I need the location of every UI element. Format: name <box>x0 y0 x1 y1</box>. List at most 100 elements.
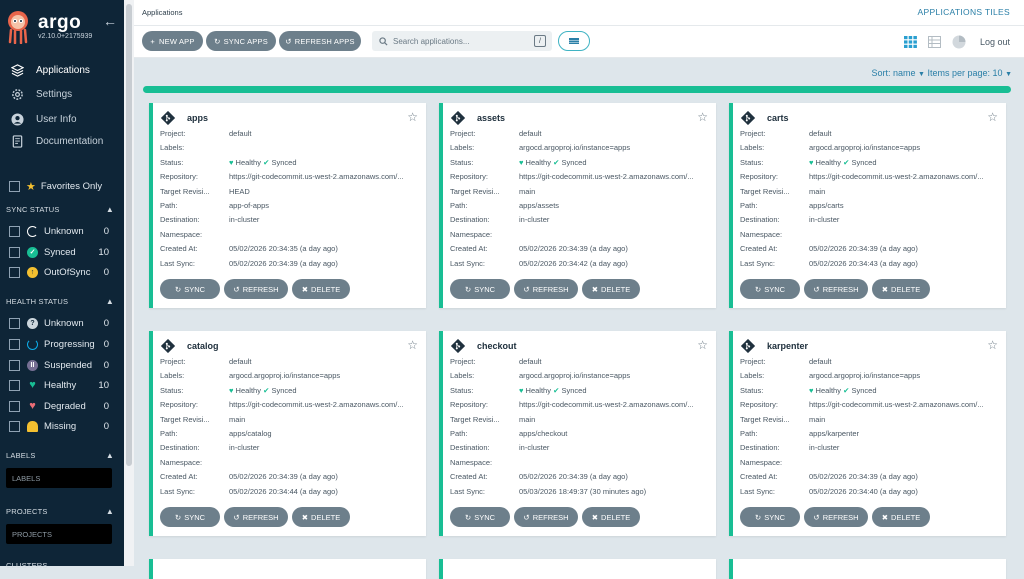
filter-health-missing[interactable]: Missing 0 <box>9 418 109 434</box>
app-tile[interactable]: checkout ☆ Project: default Labels: argocd… <box>439 331 716 536</box>
app-tile[interactable] <box>439 559 716 579</box>
projects-header[interactable]: PROJECTS ▲ <box>6 507 114 516</box>
delete-button[interactable]: ✖ DELETE <box>872 507 930 527</box>
star-icon[interactable]: ☆ <box>697 110 708 124</box>
nav-documentation[interactable]: Documentation <box>0 130 124 152</box>
filter-checkbox[interactable] <box>9 225 20 237</box>
app-name[interactable]: karpenter <box>767 341 808 351</box>
filter-checkbox[interactable] <box>9 266 20 278</box>
filter-checkbox[interactable] <box>9 379 20 391</box>
sync-button[interactable]: ↻ SYNC <box>450 507 510 527</box>
field-label: Repository: <box>160 400 198 410</box>
summary-view-icon[interactable] <box>952 35 966 49</box>
favorites-checkbox[interactable] <box>9 181 20 192</box>
field-row-lastsync: Last Sync: 05/02/2026 20:34:40 (a day ago… <box>740 487 1002 496</box>
refresh-button[interactable]: ↺ REFRESH <box>514 279 578 299</box>
projects-filter-input[interactable]: PROJECTS <box>6 524 112 544</box>
collapse-caret-icon[interactable]: ▲ <box>106 297 114 306</box>
filter-checkbox[interactable] <box>9 246 20 258</box>
filter-health-suspended[interactable]: II Suspended 0 <box>9 357 109 373</box>
sync-button[interactable]: ↻ SYNC <box>160 507 220 527</box>
sync-button[interactable]: ↻ SYNC <box>740 507 800 527</box>
filter-checkbox[interactable] <box>9 359 20 371</box>
star-icon[interactable]: ☆ <box>407 110 418 124</box>
health-status: Healthy <box>815 385 841 395</box>
star-icon[interactable]: ☆ <box>987 338 998 352</box>
filter-checkbox[interactable] <box>9 317 20 329</box>
breadcrumb[interactable]: Applications <box>142 8 182 17</box>
filter-sync-synced[interactable]: ✓ Synced 10 <box>9 244 109 260</box>
app-tile[interactable]: apps ☆ Project: default Labels: Status: ♥ … <box>149 103 426 308</box>
refresh-button[interactable]: ↺ REFRESH <box>804 279 868 299</box>
labels-filter-input[interactable]: LABELS <box>6 468 112 488</box>
app-tile[interactable]: assets ☆ Project: default Labels: argocd.a… <box>439 103 716 308</box>
app-tile[interactable] <box>729 559 1006 579</box>
refresh-apps-button[interactable]: ↺ REFRESH APPS <box>279 31 361 51</box>
app-name[interactable]: apps <box>187 113 208 123</box>
button-label: REFRESH <box>822 512 859 522</box>
sync-status: Synced <box>561 385 587 395</box>
refresh-button[interactable]: ↺ REFRESH <box>224 507 288 527</box>
filter-checkbox[interactable] <box>9 338 20 350</box>
star-icon[interactable]: ☆ <box>697 338 708 352</box>
app-name[interactable]: checkout <box>477 341 517 351</box>
app-name[interactable]: carts <box>767 113 789 123</box>
nav-user-info[interactable]: User Info <box>0 108 124 130</box>
filter-sync-unknown[interactable]: Unknown 0 <box>9 223 109 239</box>
filter-health-healthy[interactable]: ♥ Healthy 10 <box>9 377 109 393</box>
delete-button[interactable]: ✖ DELETE <box>872 279 930 299</box>
field-label: Namespace: <box>160 457 203 467</box>
sync-button[interactable]: ↻ SYNC <box>160 279 220 299</box>
nav-applications[interactable]: Applications <box>0 59 124 81</box>
sync-icon: ↻ <box>214 36 221 46</box>
sync-icon: ↻ <box>464 284 472 294</box>
filter-checkbox[interactable] <box>9 400 20 412</box>
app-tile[interactable]: carts ☆ Project: default Labels: argocd.ar… <box>729 103 1006 308</box>
collapse-caret-icon[interactable]: ▲ <box>106 451 114 460</box>
filter-health-degraded[interactable]: ♥ Degraded 0 <box>9 398 109 414</box>
tiles-view-icon[interactable] <box>904 36 917 48</box>
nav-settings[interactable]: Settings <box>0 83 124 105</box>
refresh-button[interactable]: ↺ REFRESH <box>804 507 868 527</box>
sort-dropdown[interactable]: Sort: name <box>872 68 916 78</box>
refresh-button[interactable]: ↺ REFRESH <box>224 279 288 299</box>
filter-sync-outofsync[interactable]: ↑ OutOfSync 0 <box>9 264 109 280</box>
star-icon[interactable]: ☆ <box>987 110 998 124</box>
scrollbar-thumb[interactable] <box>126 4 132 466</box>
collapse-caret-icon[interactable]: ▲ <box>106 507 114 516</box>
search-input[interactable]: Search applications... / <box>372 31 552 51</box>
collapse-caret-icon[interactable]: ▲ <box>106 205 114 214</box>
app-tile[interactable] <box>149 559 426 579</box>
book-icon <box>10 134 24 148</box>
collapse-sidebar-icon[interactable]: ← <box>103 13 117 29</box>
app-name[interactable]: assets <box>477 113 505 123</box>
delete-button[interactable]: ✖ DELETE <box>292 507 350 527</box>
list-view-icon[interactable] <box>928 36 941 48</box>
app-name[interactable]: catalog <box>187 341 219 351</box>
health-status-header[interactable]: HEALTH STATUS ▲ <box>6 297 114 306</box>
field-row-target: Target Revisi... main <box>740 187 1002 196</box>
logout-link[interactable]: Log out <box>980 37 1010 47</box>
star-icon[interactable]: ☆ <box>407 338 418 352</box>
filter-checkbox[interactable] <box>9 420 20 432</box>
filter-toggle-button[interactable] <box>558 31 590 51</box>
sync-button[interactable]: ↻ SYNC <box>740 279 800 299</box>
delete-button[interactable]: ✖ DELETE <box>582 279 640 299</box>
new-app-button[interactable]: + NEW APP <box>142 31 203 51</box>
labels-header[interactable]: LABELS ▲ <box>6 451 114 460</box>
delete-button[interactable]: ✖ DELETE <box>292 279 350 299</box>
sidebar-scrollbar[interactable] <box>124 0 134 566</box>
items-per-page-dropdown[interactable]: Items per page: 10 <box>928 68 1003 78</box>
sync-button[interactable]: ↻ SYNC <box>450 279 510 299</box>
favorites-only-filter[interactable]: ★ Favorites Only <box>9 180 102 193</box>
field-label: Created At: <box>450 472 488 482</box>
app-tile[interactable]: karpenter ☆ Project: default Labels: argoc… <box>729 331 1006 536</box>
chevron-down-icon: ▼ <box>918 71 925 78</box>
filter-health-unknown[interactable]: ? Unknown 0 <box>9 315 109 331</box>
filter-health-progressing[interactable]: Progressing 0 <box>9 336 109 352</box>
refresh-button[interactable]: ↺ REFRESH <box>514 507 578 527</box>
app-tile[interactable]: catalog ☆ Project: default Labels: argocd.… <box>149 331 426 536</box>
sync-apps-button[interactable]: ↻ SYNC APPS <box>206 31 276 51</box>
delete-button[interactable]: ✖ DELETE <box>582 507 640 527</box>
sync-status-header[interactable]: SYNC STATUS ▲ <box>6 205 114 214</box>
